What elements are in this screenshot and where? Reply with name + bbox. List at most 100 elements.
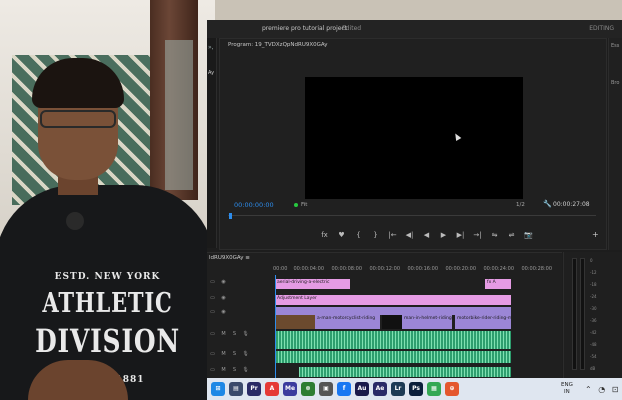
app-icon[interactable]: ⊕ <box>445 382 459 396</box>
monitor-playhead[interactable] <box>229 213 232 219</box>
settings-wrench-icon[interactable]: 🔧 <box>543 200 552 208</box>
acrobat-icon[interactable]: A <box>265 382 279 396</box>
facebook-icon[interactable]: f <box>337 382 351 396</box>
go-to-in-icon[interactable]: |← <box>384 231 401 239</box>
lock-icon[interactable]: ▭ <box>207 351 218 357</box>
transport-controls: fx ♥{} |← ◀| ◀ ▶ ▶| →| ⇋ ⇌ 📷 <box>316 231 537 239</box>
mute-icon[interactable]: M <box>218 367 229 373</box>
adjustment-layer-clip[interactable]: Adjustment Layer <box>275 295 511 305</box>
start-icon[interactable]: ⊞ <box>211 382 225 396</box>
track-header-a2[interactable]: ▭ M S 🎙 <box>207 351 273 361</box>
system-tray-icons[interactable]: ⌃ ◔ ⊡ <box>585 385 620 394</box>
mic-icon[interactable]: 🎙 <box>240 351 251 357</box>
video-thumbnail[interactable] <box>275 315 315 329</box>
webcam-overlay: ESTD. NEW YORK ATHLETIC DIVISION 1881 <box>0 0 215 400</box>
meter-label: -30 <box>590 306 597 311</box>
audio-clip-a2[interactable] <box>275 351 511 363</box>
graphic-clip-end[interactable]: fx A <box>485 279 511 289</box>
lock-icon[interactable]: ▭ <box>207 279 218 285</box>
after-effects-icon[interactable]: Ae <box>373 382 387 396</box>
current-timecode[interactable]: 00:00:00:00 <box>234 201 274 209</box>
play-reverse-icon[interactable]: ◀ <box>418 231 435 239</box>
video-clip-2[interactable]: man-in-helmet-riding-b <box>402 315 452 329</box>
monitor-time-ruler[interactable] <box>228 215 596 221</box>
title-bar: premiere pro tutorial project Edited EDI… <box>207 20 622 38</box>
xbox-icon[interactable]: ⊗ <box>301 382 315 396</box>
door-glass <box>165 40 193 190</box>
timeline-playhead[interactable] <box>275 275 276 378</box>
zoom-level-select[interactable]: Fit <box>301 202 307 208</box>
task-view-icon[interactable]: ▤ <box>229 382 243 396</box>
tick-label: 00:00:08:00 <box>331 266 363 272</box>
sequence-tab[interactable]: ldRU9X0GAy ≡ <box>209 255 250 261</box>
mic-icon[interactable]: 🎙 <box>240 331 251 337</box>
program-monitor-title[interactable]: Program: 19_TVDXzQpNdRU9X0GAy <box>220 39 606 51</box>
essential-graphics-tab[interactable]: Ess <box>611 43 619 49</box>
expand-panel-icon[interactable]: », <box>208 44 214 51</box>
nvidia-icon[interactable]: ▣ <box>319 382 333 396</box>
track-header-v4[interactable]: ▭ ◉ <box>207 279 273 289</box>
add-marker-icon[interactable]: ♥ <box>333 231 350 239</box>
audio-clip-a3[interactable] <box>299 367 511 377</box>
meter-label: dB <box>590 366 596 371</box>
timeline-ruler[interactable]: 00:00 00:00:04:00 00:00:08:00 00:00:12:00 00… <box>273 266 560 272</box>
meter-label: -12 <box>590 270 597 275</box>
premiere-window: premiere pro tutorial project Edited EDI… <box>207 20 622 378</box>
essential-graphics-panel: Ess Bro <box>608 38 622 250</box>
audio-clip-a1[interactable] <box>275 331 511 349</box>
go-to-out-icon[interactable]: →| <box>469 231 486 239</box>
play-icon[interactable]: ▶ <box>435 231 452 239</box>
audition-icon[interactable]: Au <box>355 382 369 396</box>
playback-resolution-select[interactable]: 1/2 <box>516 202 525 208</box>
media-encoder-icon[interactable]: Me <box>283 382 297 396</box>
photoshop-icon[interactable]: Ps <box>409 382 423 396</box>
solo-icon[interactable]: S <box>229 331 240 337</box>
mic-icon[interactable]: 🎙 <box>240 367 251 373</box>
mute-icon[interactable]: M <box>218 351 229 357</box>
solo-icon[interactable]: S <box>229 351 240 357</box>
track-header-a1[interactable]: ▭ M S 🎙 <box>207 331 273 341</box>
eye-icon[interactable]: ◉ <box>218 309 229 315</box>
extract-icon[interactable]: ⇌ <box>503 231 520 239</box>
effects-icon[interactable]: fx <box>316 231 333 239</box>
solo-icon[interactable]: S <box>229 367 240 373</box>
shirt-print-2: ATHLETIC <box>42 288 173 319</box>
browse-tab[interactable]: Bro <box>611 80 619 86</box>
export-frame-icon[interactable]: 📷 <box>520 231 537 239</box>
step-back-icon[interactable]: ◀| <box>401 231 418 239</box>
video-fx-strip[interactable] <box>275 307 511 315</box>
track-header-a3[interactable]: ▭ M S 🎙 <box>207 367 273 377</box>
language-indicator[interactable]: ENG IN <box>561 382 573 396</box>
mute-icon[interactable]: M <box>218 331 229 337</box>
sheets-icon[interactable]: ▦ <box>427 382 441 396</box>
track-header-v2[interactable]: ▭ ◉ <box>207 309 273 319</box>
lightroom-icon[interactable]: Lr <box>391 382 405 396</box>
meter-label: -48 <box>590 342 597 347</box>
mark-in-icon[interactable]: { <box>350 231 367 239</box>
mark-out-icon[interactable]: } <box>367 231 384 239</box>
video-clip-3[interactable]: motorbike-rider-riding-m <box>455 315 511 329</box>
lock-icon[interactable]: ▭ <box>207 309 218 315</box>
lock-icon[interactable]: ▭ <box>207 331 218 337</box>
tick-label: 00:00 <box>273 266 288 272</box>
eye-icon[interactable]: ◉ <box>218 295 229 301</box>
graphic-clip[interactable]: aerial-driving-a-electric <box>275 279 350 289</box>
lift-icon[interactable]: ⇋ <box>486 231 503 239</box>
lock-icon[interactable]: ▭ <box>207 295 218 301</box>
mouse-cursor-icon <box>452 131 462 142</box>
tick-label: 00:00:16:00 <box>407 266 439 272</box>
eye-icon[interactable]: ◉ <box>218 279 229 285</box>
windows-taskbar: ⊞ ▤ Pr A Me ⊗ ▣ f Au Ae Lr Ps ▦ ⊕ ENG IN … <box>207 378 622 400</box>
program-preview[interactable] <box>305 77 523 199</box>
step-forward-icon[interactable]: ▶| <box>452 231 469 239</box>
workspace-label[interactable]: EDITING <box>589 25 614 32</box>
video-clip-1[interactable]: a-man-motorcyclist-riding <box>315 315 380 329</box>
language-line-2: IN <box>564 389 570 395</box>
button-editor-plus-icon[interactable]: + <box>592 230 599 239</box>
lock-icon[interactable]: ▭ <box>207 367 218 373</box>
track-header-v3[interactable]: ▭ ◉ <box>207 295 273 305</box>
premiere-pro-icon[interactable]: Pr <box>247 382 261 396</box>
tick-label: 00:00:04:00 <box>293 266 325 272</box>
shirt-print-3: DIVISION <box>35 322 180 360</box>
tick-label: 00:00:24:00 <box>483 266 515 272</box>
